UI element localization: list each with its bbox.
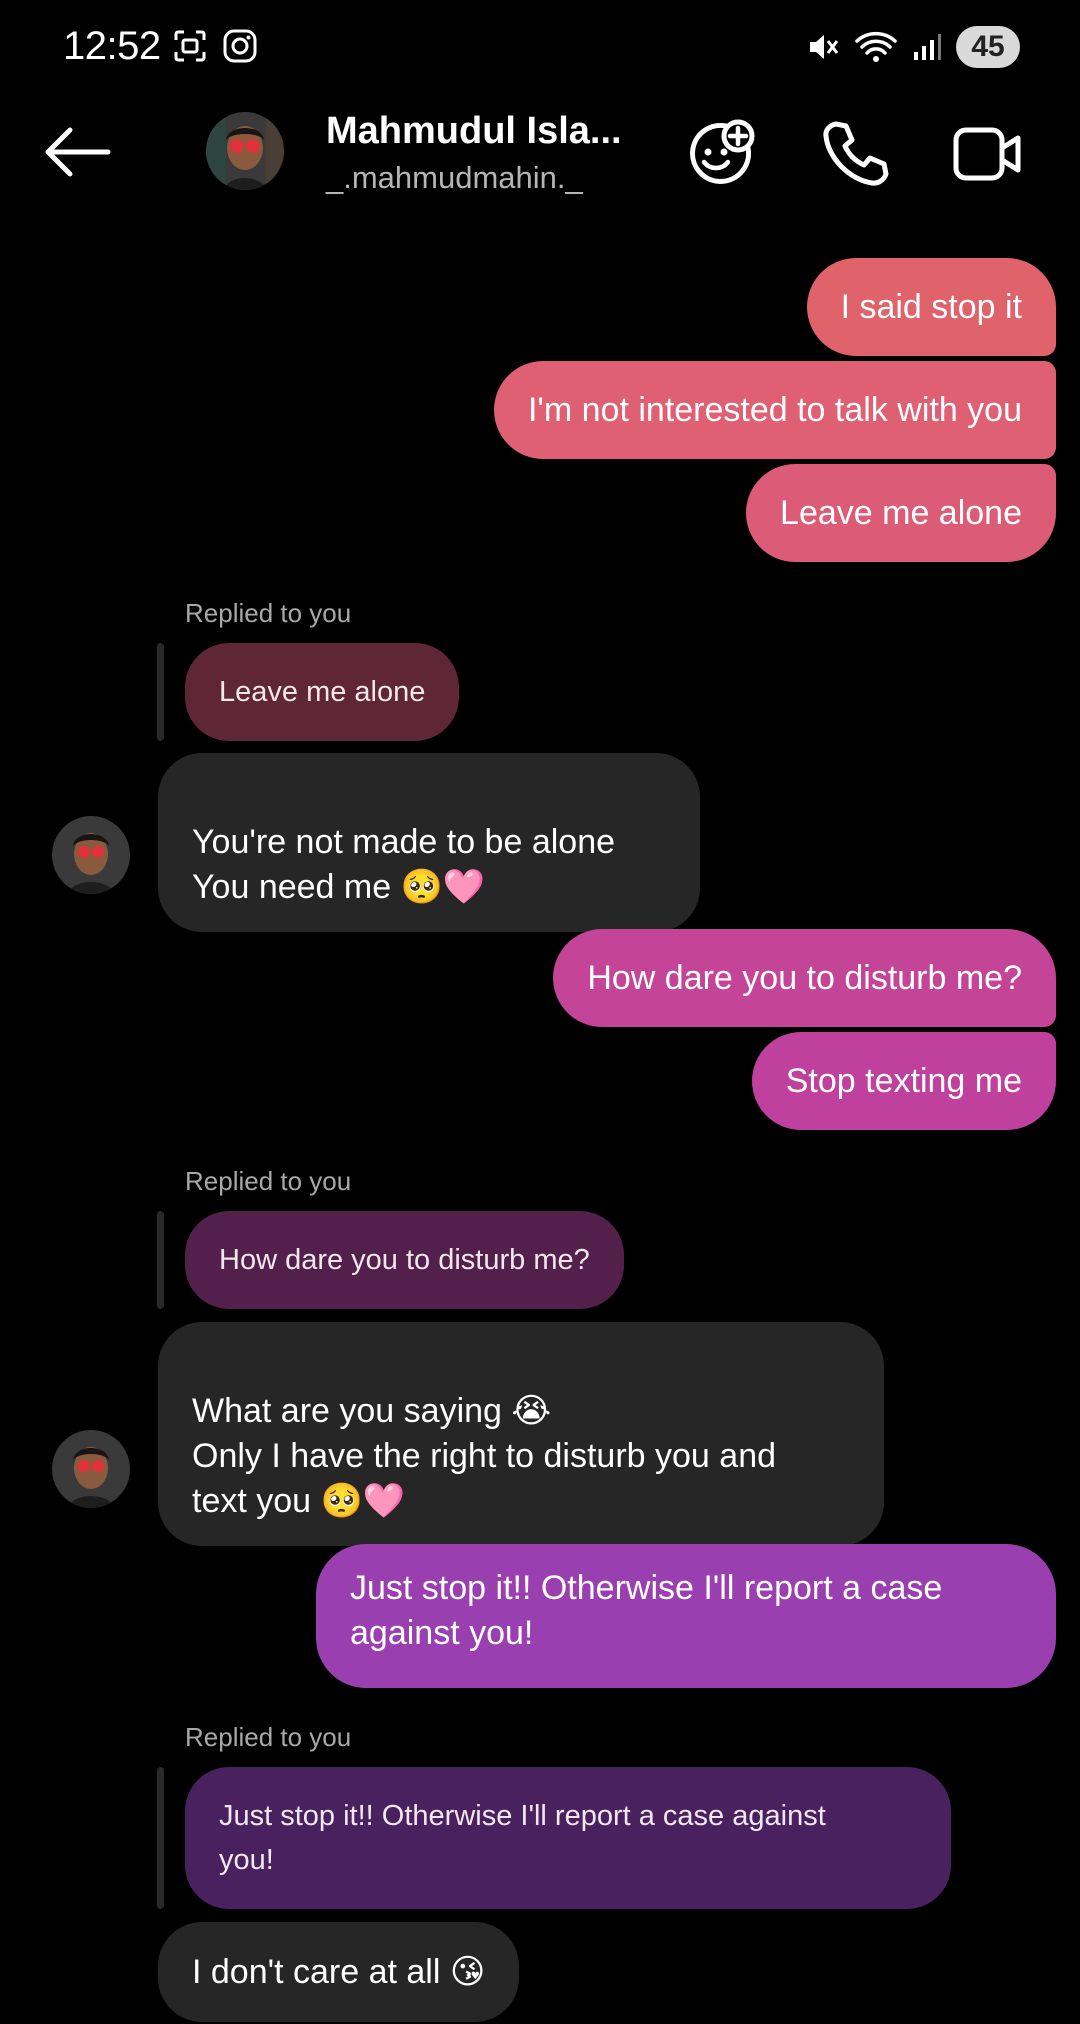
reply-label: Replied to you [185, 598, 352, 628]
video-icon[interactable] [950, 116, 1026, 192]
message-text: I don't care at all 😘 [192, 1952, 486, 1991]
status-left-icons [172, 28, 258, 64]
message-text: I'm not interested to talk with you [527, 390, 1022, 429]
reply-line [157, 1211, 164, 1309]
phone-icon[interactable] [816, 116, 892, 192]
battery-indicator: 45 [956, 26, 1020, 68]
status-right-icons: 45 [806, 26, 1020, 68]
mute-icon [810, 35, 839, 59]
contact-username[interactable]: _.mahmudmahin._ [326, 160, 583, 196]
message-outgoing[interactable]: Just stop it!! Otherwise I'll report a c… [316, 1544, 1056, 1688]
status-bar: 12:52 45 [0, 0, 1080, 95]
add-effect-icon[interactable] [682, 116, 758, 192]
reply-quote[interactable]: Leave me alone [185, 643, 460, 741]
avatar[interactable] [52, 816, 130, 894]
message-outgoing[interactable]: Stop texting me [751, 1032, 1056, 1130]
message-incoming[interactable]: What are you saying 😭 Only I have the ri… [158, 1322, 884, 1546]
reply-label: Replied to you [185, 1722, 352, 1752]
message-text: Stop texting me [785, 1061, 1022, 1100]
message-incoming[interactable]: You're not made to be alone You need me … [158, 753, 700, 932]
contact-name[interactable]: Mahmudul Isla... [326, 110, 622, 153]
reply-quote-text: How dare you to disturb me? [219, 1243, 590, 1276]
status-time: 12:52 [63, 24, 161, 68]
message-outgoing[interactable]: I'm not interested to talk with you [493, 361, 1056, 459]
signal-icon [914, 34, 941, 60]
message-outgoing[interactable]: Leave me alone [746, 464, 1056, 562]
message-text: I said stop it [840, 287, 1022, 326]
instagram-icon [223, 29, 257, 63]
avatar[interactable] [206, 112, 284, 190]
message-text: You're not made to be alone You need me … [192, 823, 616, 906]
avatar[interactable] [52, 1430, 130, 1508]
reply-quote-text: Just stop it!! Otherwise I'll report a c… [219, 1800, 826, 1876]
reply-quote[interactable]: Just stop it!! Otherwise I'll report a c… [185, 1767, 951, 1909]
chat-header: Mahmudul Isla... _.mahmudmahin._ [0, 100, 1080, 210]
back-arrow-icon[interactable] [42, 126, 112, 178]
message-text: How dare you to disturb me? [587, 958, 1022, 997]
reply-line [157, 643, 164, 741]
reply-line [157, 1767, 164, 1909]
message-text: Just stop it!! Otherwise I'll report a c… [350, 1569, 943, 1652]
reply-label: Replied to you [185, 1166, 352, 1196]
reply-quote-text: Leave me alone [219, 675, 426, 708]
reply-quote[interactable]: How dare you to disturb me? [185, 1211, 624, 1309]
message-text: Leave me alone [780, 493, 1022, 532]
screenshot-icon [174, 30, 206, 62]
message-incoming[interactable]: I don't care at all 😘 [158, 1922, 520, 2022]
message-text: What are you saying 😭 Only I have the ri… [192, 1392, 777, 1520]
message-outgoing[interactable]: How dare you to disturb me? [553, 929, 1056, 1027]
wifi-icon [855, 31, 897, 62]
message-outgoing[interactable]: I said stop it [806, 258, 1056, 356]
